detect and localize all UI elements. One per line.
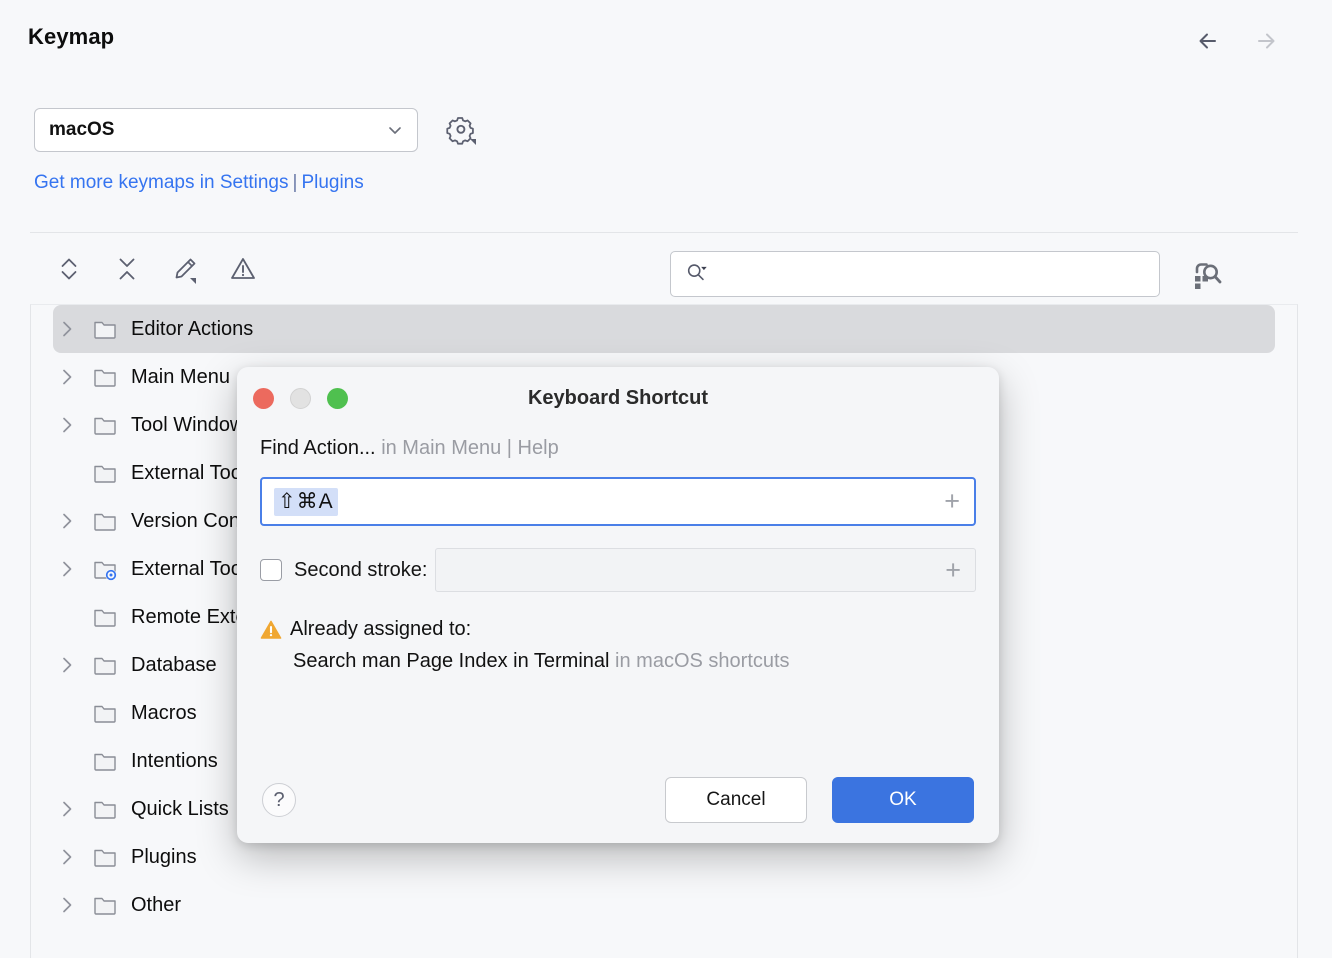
conflicts-warning-icon[interactable] (226, 252, 260, 286)
warning-triangle-icon (260, 619, 282, 641)
tree-row-label: Plugins (131, 846, 197, 869)
chevron-right-icon[interactable] (54, 556, 80, 582)
folder-icon (92, 652, 118, 678)
second-stroke-checkbox[interactable] (260, 559, 282, 581)
ok-button[interactable]: OK (832, 777, 974, 823)
plus-icon[interactable]: + (945, 557, 961, 584)
get-more-keymaps-link[interactable]: Get more keymaps in Settings (34, 172, 289, 193)
keymap-select[interactable]: macOS (34, 108, 418, 152)
conflict-scope: in macOS shortcuts (615, 650, 790, 672)
tree-indent-spacer (54, 748, 80, 774)
conflict-heading: Already assigned to: (290, 618, 471, 641)
tree-row-label: Quick Lists (131, 798, 229, 821)
action-name: Find Action... (260, 437, 376, 459)
chevron-right-icon[interactable] (54, 412, 80, 438)
chevron-down-icon (385, 120, 405, 140)
search-icon[interactable] (685, 260, 709, 289)
arrow-right-icon[interactable] (1250, 26, 1280, 56)
tree-row-label: Tool Windows (131, 414, 254, 437)
plugins-link[interactable]: Plugins (301, 172, 363, 193)
dialog-titlebar: Keyboard Shortcut (237, 367, 999, 429)
tree-row[interactable]: Other (31, 881, 1297, 929)
page-title: Keymap (28, 24, 114, 50)
collapse-all-icon[interactable] (110, 252, 144, 286)
keyboard-shortcut-dialog: Keyboard Shortcut Find Action... in Main… (237, 367, 999, 843)
toolbar-icon-group (52, 252, 260, 286)
chevron-right-icon[interactable] (54, 364, 80, 390)
conflict-detail: Search man Page Index in Terminal in mac… (293, 650, 976, 673)
folder-icon (92, 460, 118, 486)
keymap-selector-row: macOS (34, 108, 478, 152)
find-by-shortcut-icon[interactable] (1188, 256, 1224, 292)
tree-row-label: Editor Actions (131, 318, 253, 341)
second-stroke-field[interactable]: + (435, 548, 976, 592)
folder-icon (92, 316, 118, 342)
edit-shortcut-icon[interactable] (168, 252, 202, 286)
conflict-heading-row: Already assigned to: (260, 618, 976, 641)
search-input[interactable] (719, 263, 1139, 285)
folder-icon (92, 844, 118, 870)
navigation-arrows (1194, 26, 1280, 56)
action-context: in Main Menu | Help (381, 437, 559, 459)
dialog-body: Find Action... in Main Menu | Help ⇧⌘A +… (237, 437, 999, 673)
folder-icon (92, 748, 118, 774)
help-button[interactable]: ? (262, 783, 296, 817)
chevron-right-icon[interactable] (54, 796, 80, 822)
keymap-select-value: macOS (49, 119, 385, 141)
chevron-right-icon[interactable] (54, 652, 80, 678)
folder-gear-icon (92, 556, 118, 582)
chevron-right-icon[interactable] (54, 508, 80, 534)
folder-icon (92, 508, 118, 534)
folder-icon (92, 796, 118, 822)
tree-row-label: Macros (131, 702, 197, 725)
dialog-title: Keyboard Shortcut (237, 387, 999, 410)
conflict-message: Already assigned to: Search man Page Ind… (260, 618, 976, 673)
tree-indent-spacer (54, 460, 80, 486)
folder-icon (92, 412, 118, 438)
tree-indent-spacer (54, 700, 80, 726)
minimize-button[interactable] (290, 388, 311, 409)
folder-icon (92, 700, 118, 726)
chevron-right-icon[interactable] (54, 316, 80, 342)
folder-icon (92, 364, 118, 390)
folder-icon (92, 892, 118, 918)
cancel-button[interactable]: Cancel (665, 777, 807, 823)
tree-row-label: Intentions (131, 750, 218, 773)
conflict-action: Search man Page Index in Terminal (293, 650, 609, 672)
plus-icon[interactable]: + (944, 488, 960, 515)
search-area (670, 251, 1224, 297)
first-stroke-field[interactable]: ⇧⌘A + (260, 477, 976, 526)
tree-indent-spacer (54, 604, 80, 630)
second-stroke-row: Second stroke: + (260, 548, 976, 592)
close-button[interactable] (253, 388, 274, 409)
keymap-settings-button[interactable] (444, 113, 478, 147)
first-stroke-value: ⇧⌘A (274, 488, 338, 516)
folder-icon (92, 604, 118, 630)
tree-row-label: Database (131, 654, 217, 677)
second-stroke-label: Second stroke: (294, 559, 427, 582)
arrow-left-icon[interactable] (1194, 26, 1224, 56)
chevron-right-icon[interactable] (54, 892, 80, 918)
search-field[interactable] (670, 251, 1160, 297)
tree-row[interactable]: Editor Actions (53, 305, 1275, 353)
dialog-footer: ? Cancel OK (237, 757, 999, 843)
tree-row-label: Main Menu (131, 366, 230, 389)
get-more-keymaps-links: Get more keymaps in Settings|Plugins (34, 172, 364, 194)
window-controls (253, 388, 348, 409)
keymap-toolbar (30, 232, 1298, 304)
tree-row-label: Other (131, 894, 181, 917)
chevron-right-icon[interactable] (54, 844, 80, 870)
link-separator: | (293, 172, 298, 193)
action-description: Find Action... in Main Menu | Help (260, 437, 976, 460)
zoom-button[interactable] (327, 388, 348, 409)
expand-all-icon[interactable] (52, 252, 86, 286)
